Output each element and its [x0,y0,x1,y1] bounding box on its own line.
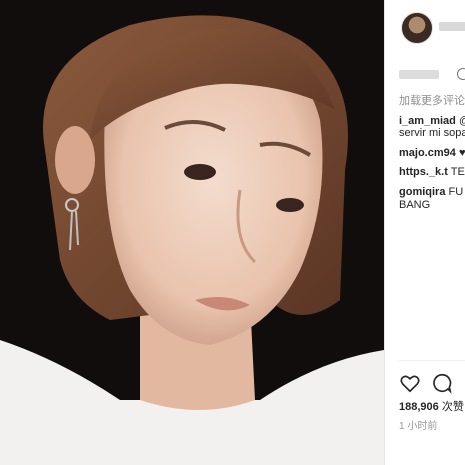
avatar[interactable] [401,12,433,44]
comment-1-text: servir mi sopa [399,127,465,139]
selfie-illustration [0,0,384,465]
comment-text: @ [459,115,465,127]
comment-icon[interactable] [431,372,453,394]
likes-count[interactable]: 188,906 次赞 [399,398,464,414]
verified-icon [457,68,465,80]
load-more-comments[interactable]: 加载更多评论 [399,92,465,108]
username-blurred[interactable] [439,22,465,31]
likes-label: 次赞 [441,401,464,413]
comment-user[interactable]: majo.cm94 [399,147,456,159]
post-time[interactable]: 1 小时前 [399,417,437,432]
caption-username-blurred[interactable] [399,70,439,79]
comment-text: ♥ [458,147,465,159]
comment-user[interactable]: i_am_miad [399,115,456,127]
heart-icon[interactable] [399,372,421,394]
comment-3[interactable]: https._k.t TE [399,166,465,178]
comment-1-user[interactable]: i_am_miad @ [399,115,465,127]
comment-user[interactable]: https._k.t [399,166,448,178]
comment-4-continued: BANG [399,199,431,211]
post-photo[interactable] [0,0,384,465]
comment-2[interactable]: majo.cm94 ♥ [399,147,465,159]
comment-text: TE [450,166,465,178]
comments-panel: 加载更多评论 i_am_miad @ servir mi sopa majo.c… [384,0,465,465]
comment-4[interactable]: gomiqira FU [399,186,463,198]
comment-text: FU [448,186,464,198]
comment-user[interactable]: gomiqira [399,186,445,198]
likes-number: 188,906 [399,401,439,413]
actions-divider [399,360,465,361]
